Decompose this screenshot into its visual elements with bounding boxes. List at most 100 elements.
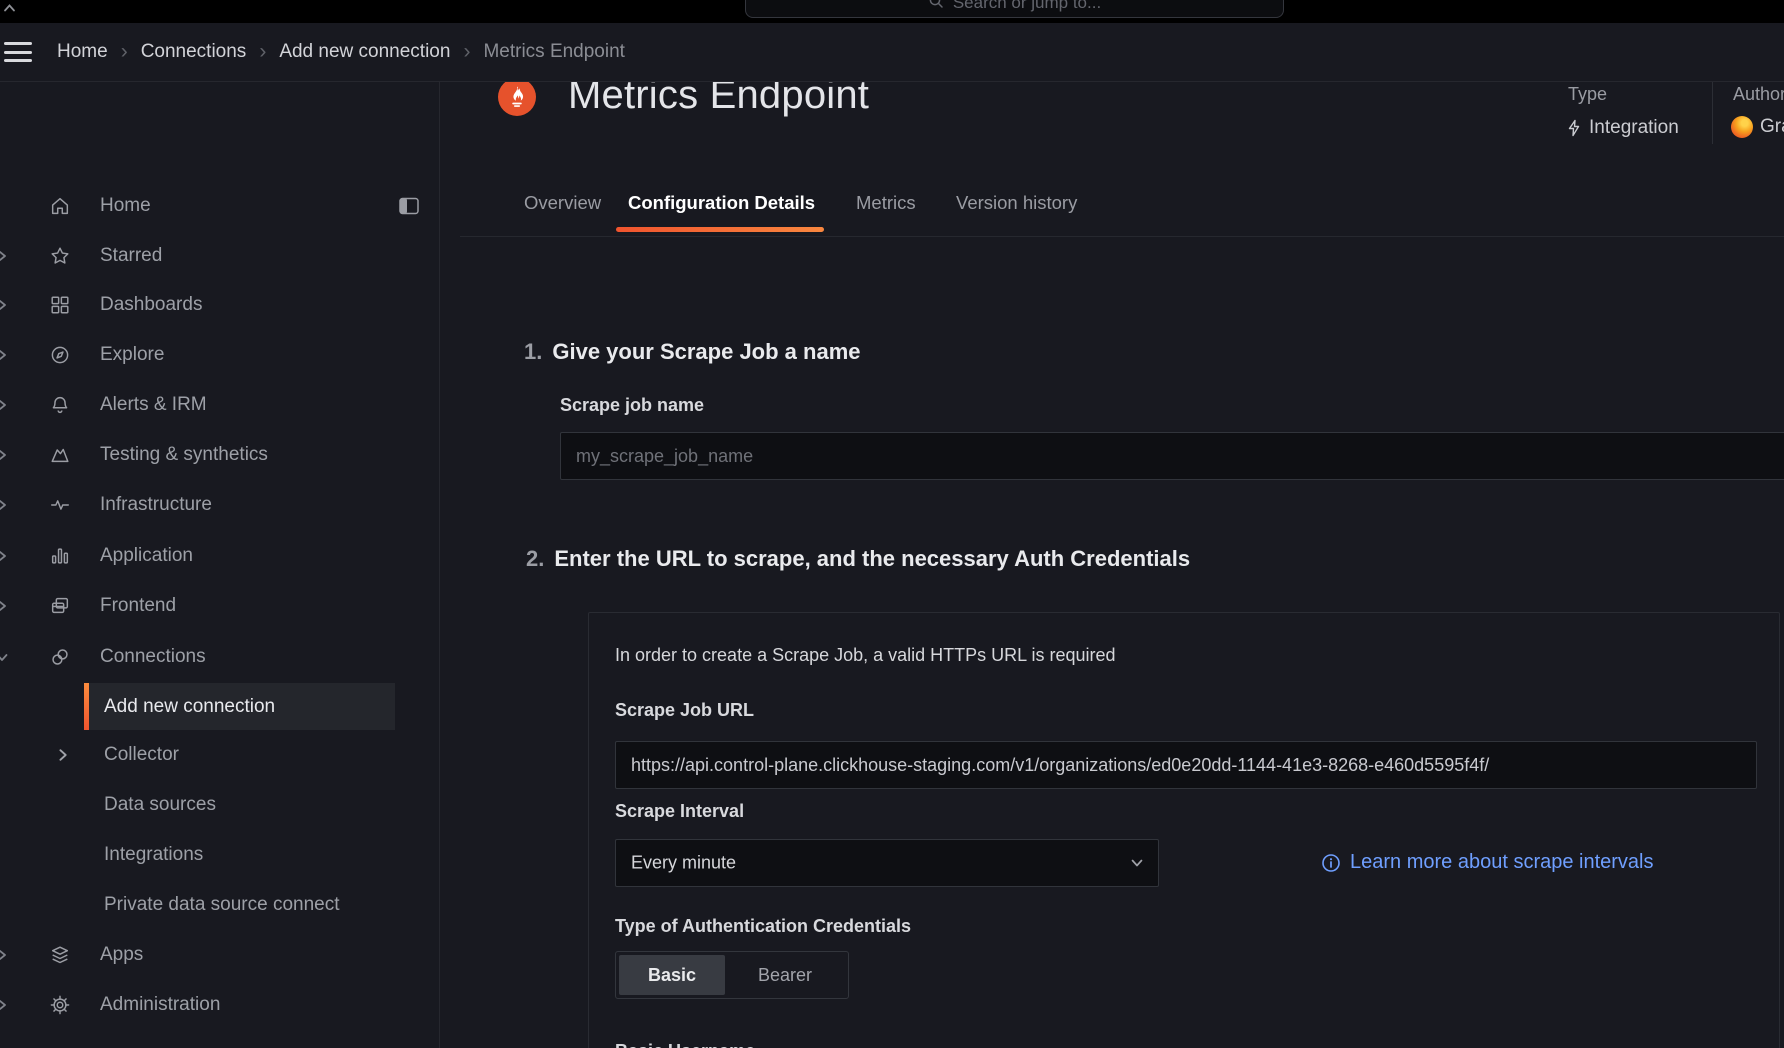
- section-title: Give your Scrape Job a name: [552, 339, 860, 365]
- chevron-down-icon: [1129, 855, 1145, 871]
- scrape-config-panel: In order to create a Scrape Job, a valid…: [588, 612, 1780, 1048]
- search-input[interactable]: Search or jump to...: [745, 0, 1284, 18]
- section-2-heading: 2. Enter the URL to scrape, and the nece…: [526, 546, 1190, 572]
- section-title: Enter the URL to scrape, and the necessa…: [554, 546, 1190, 572]
- menu-icon[interactable]: [4, 42, 32, 62]
- sidebar-item-label: Dashboards: [100, 294, 202, 316]
- k6-mountain-icon: [49, 444, 71, 466]
- pulse-icon: [49, 494, 71, 516]
- sidebar-item-label: Explore: [100, 344, 164, 366]
- dock-sidebar-icon[interactable]: [399, 198, 419, 215]
- sidebar-item-dashboards[interactable]: Dashboards: [0, 280, 439, 330]
- search-icon: [928, 0, 944, 9]
- sidebar-item-label: Connections: [100, 646, 206, 668]
- sidebar-item-private-data-source-connect[interactable]: Private data source connect: [0, 880, 439, 930]
- chevron-right-icon[interactable]: [0, 447, 10, 463]
- gear-icon: [49, 994, 71, 1016]
- sidebar-item-label: Starred: [100, 245, 162, 267]
- sidebar-item-label: Data sources: [104, 794, 216, 816]
- chevron-right-icon: ›: [259, 41, 266, 62]
- scrape-interval-select[interactable]: Every minute: [615, 839, 1159, 887]
- sidebar-item-explore[interactable]: Explore: [0, 330, 439, 380]
- sidebar-item-label: Apps: [100, 944, 143, 966]
- tabs-divider: [460, 236, 1784, 237]
- sidebar-item-infrastructure[interactable]: Infrastructure: [0, 480, 439, 530]
- auth-type-label: Type of Authentication Credentials: [615, 916, 911, 937]
- chevron-right-icon[interactable]: [0, 297, 10, 313]
- sidebar-item-label: Application: [100, 545, 193, 567]
- chevron-right-icon[interactable]: [0, 397, 10, 413]
- learn-more-scrape-intervals-link[interactable]: Learn more about scrape intervals: [1321, 851, 1654, 874]
- sidebar-item-label: Add new connection: [104, 696, 275, 718]
- active-indicator: [84, 683, 89, 730]
- breadcrumb-home[interactable]: Home: [57, 41, 108, 63]
- section-1-heading: 1. Give your Scrape Job a name: [524, 339, 861, 365]
- sidebar-item-application[interactable]: Application: [0, 531, 439, 581]
- chevron-right-icon: ›: [463, 41, 470, 62]
- breadcrumb-add-new-connection[interactable]: Add new connection: [279, 41, 450, 63]
- scrape-job-url-input[interactable]: [615, 741, 1757, 789]
- chevron-right-icon[interactable]: [0, 997, 10, 1013]
- tab-version-history[interactable]: Version history: [956, 192, 1077, 214]
- sidebar-item-label: Frontend: [100, 595, 176, 617]
- sidebar-item-label: Infrastructure: [100, 494, 212, 516]
- sidebar-item-label: Testing & synthetics: [100, 444, 268, 466]
- sidebar-item-testing-synthetics[interactable]: Testing & synthetics: [0, 430, 439, 480]
- bell-icon: [49, 394, 71, 416]
- scrape-job-url-label: Scrape Job URL: [615, 700, 754, 721]
- dashboards-grid-icon: [49, 294, 71, 316]
- sidebar-item-label: Collector: [104, 744, 179, 766]
- panel-intro-text: In order to create a Scrape Job, a valid…: [615, 645, 1116, 666]
- chevron-right-icon[interactable]: [0, 248, 10, 264]
- chevron-down-icon[interactable]: [0, 649, 10, 665]
- sidebar-item-alerts-irm[interactable]: Alerts & IRM: [0, 380, 439, 430]
- chevron-up-icon[interactable]: [2, 1, 17, 14]
- sidebar-item-frontend[interactable]: Frontend: [0, 581, 439, 631]
- search-placeholder: Search or jump to...: [953, 0, 1101, 13]
- author-value: Grafana: [1731, 116, 1784, 138]
- breadcrumb-connections[interactable]: Connections: [141, 41, 247, 63]
- breadcrumb-metrics-endpoint: Metrics Endpoint: [483, 41, 625, 63]
- sidebar-item-administration[interactable]: Administration: [0, 980, 439, 1030]
- chevron-right-icon[interactable]: [0, 598, 10, 614]
- sidebar-item-connections[interactable]: Connections: [0, 632, 439, 682]
- sidebar-nav: Home Starred Dashboards: [0, 81, 440, 1048]
- star-icon: [49, 245, 71, 267]
- chevron-right-icon[interactable]: [0, 947, 10, 963]
- sidebar-item-collector[interactable]: Collector: [0, 730, 439, 780]
- scrape-job-name-input[interactable]: [560, 432, 1784, 480]
- tab-metrics[interactable]: Metrics: [856, 192, 916, 214]
- prometheus-icon: [498, 78, 536, 116]
- auth-option-bearer[interactable]: Bearer: [725, 955, 845, 995]
- info-circle-icon: [1321, 853, 1341, 873]
- sidebar-item-add-new-connection[interactable]: Add new connection: [84, 683, 395, 730]
- chevron-right-icon[interactable]: [0, 497, 10, 513]
- tab-configuration-details[interactable]: Configuration Details: [628, 192, 815, 214]
- chevron-right-icon[interactable]: [0, 548, 10, 564]
- chrome-bar: Home › Connections › Add new connection …: [0, 23, 1784, 82]
- sidebar-item-label: Alerts & IRM: [100, 394, 207, 416]
- sidebar-item-apps[interactable]: Apps: [0, 930, 439, 980]
- selected-interval: Every minute: [631, 853, 736, 874]
- bar-chart-icon: [49, 545, 71, 567]
- frontend-windows-icon: [49, 595, 71, 617]
- top-strip: Search or jump to...: [0, 0, 1784, 23]
- author-label: Author: [1733, 84, 1784, 105]
- scrape-interval-label: Scrape Interval: [615, 801, 744, 822]
- section-number: 2.: [526, 546, 544, 572]
- sidebar-item-label: Administration: [100, 994, 220, 1016]
- sidebar-item-integrations[interactable]: Integrations: [0, 830, 439, 880]
- chevron-right-icon[interactable]: [0, 347, 10, 363]
- sidebar-item-data-sources[interactable]: Data sources: [0, 780, 439, 830]
- sidebar-item-home[interactable]: Home: [0, 181, 439, 231]
- auth-type-toggle: Basic Bearer: [615, 951, 849, 999]
- home-icon: [49, 195, 71, 217]
- chevron-right-icon[interactable]: [54, 747, 71, 764]
- sidebar-item-label: Home: [100, 195, 151, 217]
- sidebar-item-label: Integrations: [104, 844, 203, 866]
- basic-username-label: Basic Username: [615, 1041, 755, 1048]
- sidebar-item-starred[interactable]: Starred: [0, 231, 439, 281]
- auth-option-basic[interactable]: Basic: [619, 955, 725, 995]
- header-divider: [1712, 82, 1713, 144]
- tab-overview[interactable]: Overview: [524, 192, 601, 214]
